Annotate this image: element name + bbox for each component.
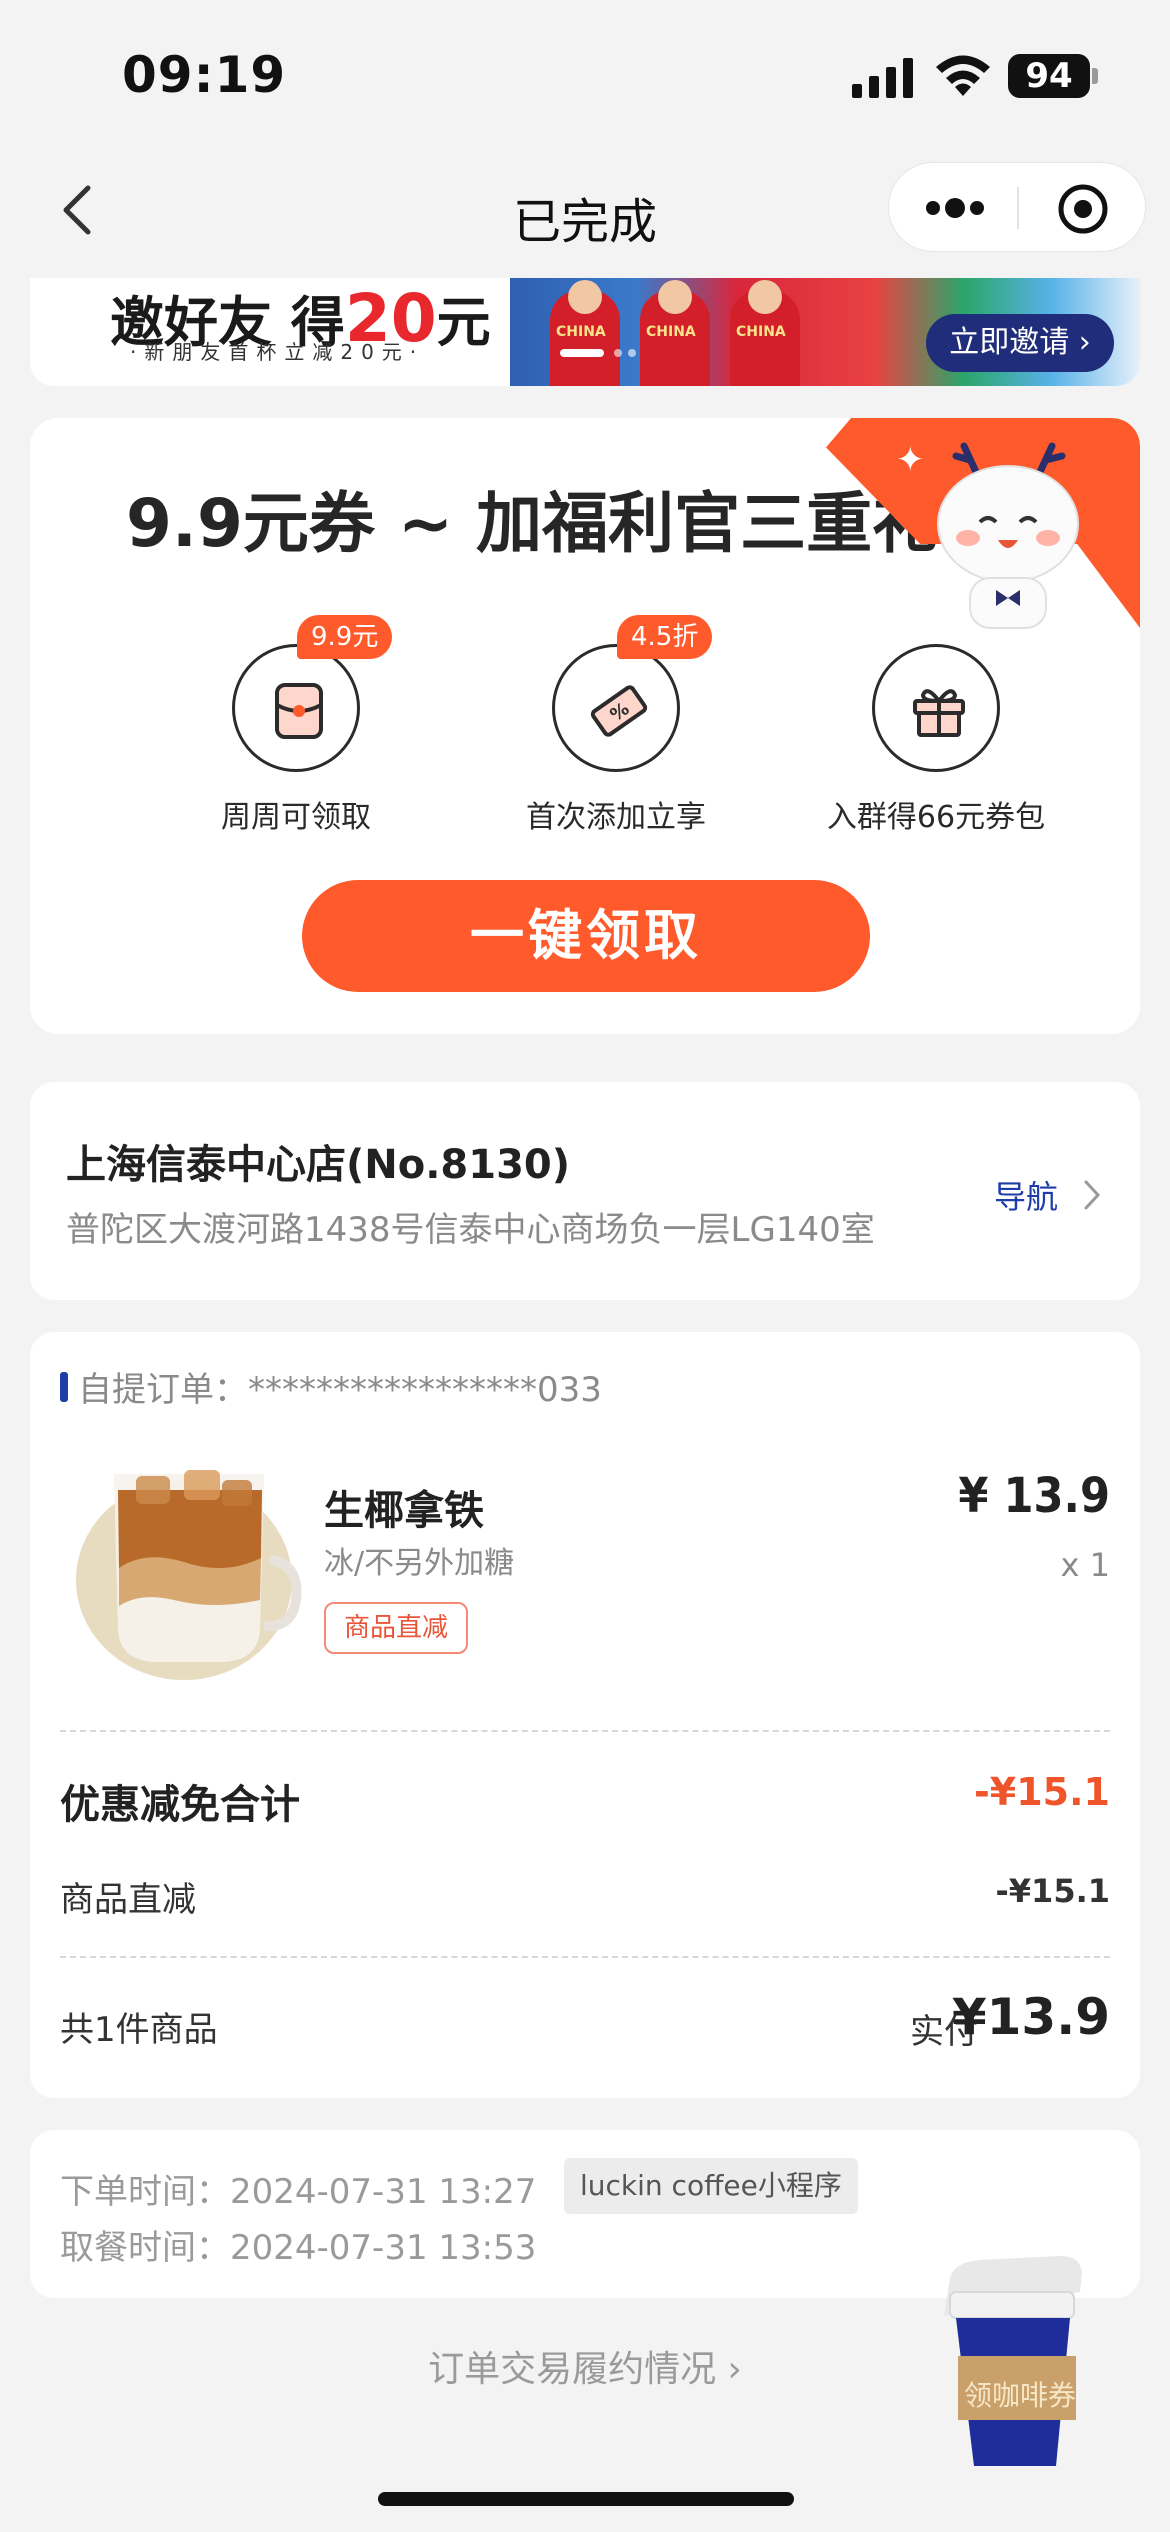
order-number: *****************033 [248,1370,602,1410]
coupon-title: 9.9元券 ~ 加福利官三重礼 [126,485,939,562]
mascot-deer-icon [937,442,1079,629]
player-jersey-label: CHINA [736,324,786,340]
cellular-signal-icon [852,58,913,98]
pickup-time: 2024-07-31 13:53 [230,2228,537,2268]
player-face [658,280,692,314]
perk-badge: 9.9元 [297,615,393,659]
store-name: 上海信泰中心店(No.8130) [66,1142,571,1188]
mini-program-capsule [888,162,1146,252]
capsule-divider [1017,187,1019,229]
order-time-label: 下单时间： [60,2172,230,2212]
drink-name: 生椰拿铁 [324,1488,484,1534]
player-jersey-label: CHINA [556,324,606,340]
order-number-line: 自提订单：*****************033 [78,1362,602,1411]
perk-weekly[interactable]: 9.9元 周周可领取 [156,615,436,836]
perk-label: 入群得66元券包 [826,800,1046,835]
navigation-link[interactable]: 导航 [994,1172,1058,1218]
battery-indicator: 94 [1008,54,1090,98]
banner-player: CHINA [550,280,620,386]
coffee-coupon-label: 领咖啡券 [963,2379,1076,2412]
discount-total-value: -¥15.1 [974,1770,1110,1814]
banner-player: CHINA [640,280,710,386]
order-fulfillment-label: 订单交易履约情况 [428,2349,717,2390]
player-face [568,280,602,314]
perk-label: 周周可领取 [221,800,371,835]
discount-item-label: 商品直减 [60,1880,196,1920]
order-source-badge: luckin coffee小程序 [564,2158,858,2214]
pickup-time-label: 取餐时间： [60,2228,230,2268]
home-indicator [378,2492,794,2506]
perk-icon-circle: % 4.5折 [552,615,713,772]
banner-player: CHINA [730,280,800,386]
chevron-right-icon[interactable] [1080,1178,1104,1212]
banner-title-suffix: 元 [436,291,491,354]
dashed-divider [60,1956,1110,1958]
discount-ticket-icon: % [590,685,648,737]
item-price: ¥ 13.9 [958,1468,1110,1524]
invite-now-button[interactable]: 立即邀请 › [926,314,1114,372]
perk-label: 首次添加立享 [526,800,706,835]
wifi-icon [936,55,990,96]
order-card: 自提订单：*****************033 生椰拿铁 冰/不另外加糖 商… [30,1332,1140,2098]
player-face [748,280,782,314]
perk-badge: 4.5折 [617,615,713,659]
player-jersey-label: CHINA [646,324,696,340]
battery-tip [1092,68,1098,84]
store-address: 普陀区大渡河路1438号信泰中心商场负一层LG140室 [66,1210,875,1250]
item-count: 共1件商品 [60,2010,218,2050]
close-target-icon[interactable] [1057,183,1109,235]
order-accent-bar [60,1372,68,1402]
paid-amount: ¥13.9 [951,1988,1110,2046]
coconut-latte-image [76,1470,302,1680]
banner-pager-dots [560,349,636,357]
discount-item-value: -¥15.1 [995,1872,1111,1910]
discount-total-label: 优惠减免合计 [60,1782,300,1828]
more-dots-icon[interactable] [925,197,985,219]
order-time: 2024-07-31 13:27 [230,2172,537,2212]
store-card: 上海信泰中心店(No.8130) 普陀区大渡河路1438号信泰中心商场负一层LG… [30,1082,1140,1300]
gift-box-icon [913,689,965,737]
dashed-divider [60,1730,1110,1732]
perk-icon-circle: 9.9元 [232,615,393,772]
item-quantity: x 1 [1060,1546,1110,1584]
invite-banner[interactable]: 邀好友 得20元 ·新朋友首杯立减20元· CHINA CHINA CHINA … [30,278,1140,386]
coupon-card: 9.9元券 ~ 加福利官三重礼 ✦ 9.9元 周周可领取 % 4.5折 首次添加… [30,418,1140,1034]
coffee-cup-icon [944,2256,1082,2466]
perk-group-join[interactable]: 入群得66元券包 [796,644,1076,836]
pickup-time-row: 取餐时间：2024-07-31 13:53 [60,2220,536,2269]
banner-subtitle: ·新朋友首杯立减20元· [130,340,425,364]
order-type-label: 自提订单： [78,1370,248,1410]
perk-icon-circle [872,644,1000,772]
red-packet-icon [275,683,323,739]
direct-discount-tag: 商品直减 [324,1602,469,1654]
drink-spec: 冰/不另外加糖 [324,1546,515,1581]
invite-now-label: 立即邀请 [949,325,1070,360]
floating-coffee-coupon[interactable]: 领咖啡券 [940,2250,1100,2470]
perk-first-add[interactable]: % 4.5折 首次添加立享 [476,615,756,836]
order-time-row: 下单时间：2024-07-31 13:27 [60,2164,536,2213]
one-click-claim-button[interactable]: 一键领取 [302,880,870,992]
status-time: 09:19 [122,46,287,104]
